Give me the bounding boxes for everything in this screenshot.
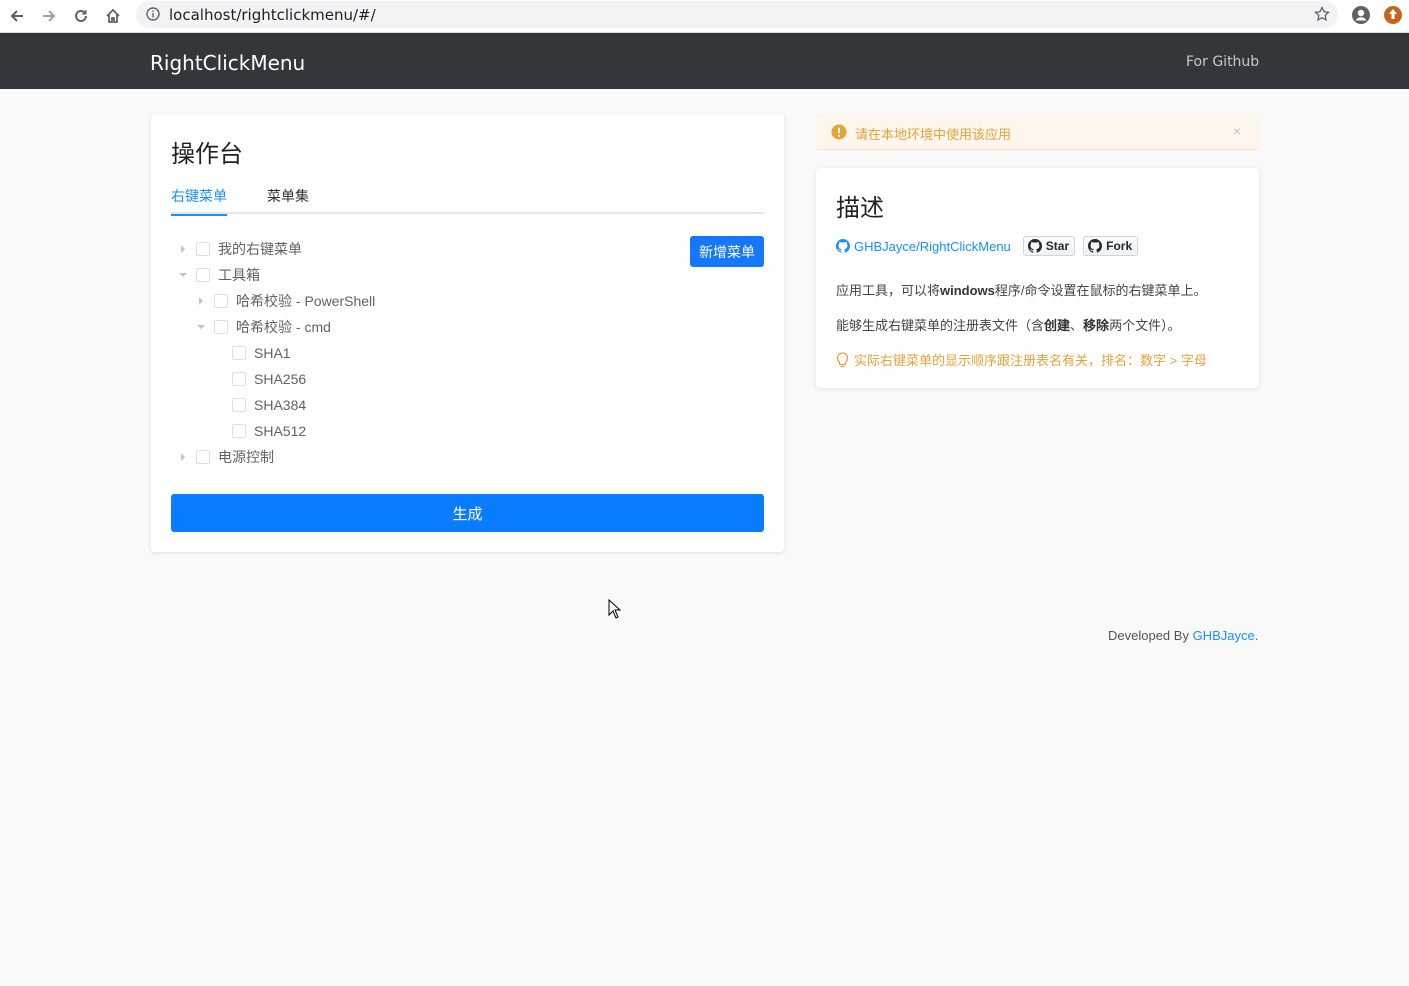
desc-bold-text: 创建 [1044,318,1071,333]
info-icon[interactable] [146,7,160,26]
address-bar[interactable]: localhost/rightclickmenu/#/ [136,1,1338,28]
desc-text: 能够生成右键菜单的注册表文件（含 [836,318,1045,333]
star-button[interactable]: Star [1022,236,1076,256]
github-icon [1088,239,1103,253]
description-line-2: 能够生成右键菜单的注册表文件（含创建、移除两个文件）。 [836,315,1181,334]
browser-toolbar: localhost/rightclickmenu/#/ [0,0,1409,33]
caret-right-icon[interactable] [177,451,189,463]
close-icon[interactable]: × [1233,123,1241,139]
tree-checkbox[interactable] [214,294,228,308]
bookmark-star-icon[interactable] [1314,5,1330,27]
tree-node-label: 工具箱 [218,267,260,283]
tree-node[interactable]: SHA512 [213,418,306,444]
tree-node-label: SHA1 [254,345,291,361]
tree-node[interactable]: 哈希校验 - PowerShell [195,288,375,314]
github-icon [836,239,850,253]
caret-right-icon[interactable] [177,243,189,255]
description-card: 描述 GHBJayce/RightClickMenu Star Fork 应用工… [816,168,1259,388]
back-icon[interactable] [6,5,28,27]
tab-menu-sets[interactable]: 菜单集 [267,186,311,214]
repo-row: GHBJayce/RightClickMenu Star Fork [836,236,1139,256]
repo-link-label[interactable]: GHBJayce/RightClickMenu [854,239,1011,254]
desc-text: 两个文件）。 [1109,318,1181,333]
lightbulb-icon [836,351,849,368]
brand-title[interactable]: RightClickMenu [150,51,305,75]
caret-right-icon[interactable] [195,295,207,307]
forward-icon[interactable] [38,5,60,27]
warning-icon [831,124,847,145]
tree-checkbox[interactable] [232,346,246,360]
caret-down-icon[interactable] [195,321,207,333]
tree-node[interactable]: 电源控制 [177,444,274,470]
app-navbar: RightClickMenu For Github [0,33,1409,89]
description-title: 描述 [836,194,884,222]
desc-text: 应用工具，可以将 [836,283,941,298]
fork-label: Fork [1106,239,1133,253]
desc-text: 程序/命令设置在鼠标的右键菜单上。 [994,283,1207,298]
repo-link[interactable]: GHBJayce/RightClickMenu [836,239,1011,254]
tree-node[interactable]: SHA384 [213,392,306,418]
tree-node[interactable]: SHA256 [213,366,306,392]
tree-checkbox[interactable] [196,450,210,464]
url-text[interactable]: localhost/rightclickmenu/#/ [169,6,376,24]
tree-node-label: 电源控制 [218,449,274,465]
footer-suffix: . [1254,628,1259,643]
console-card: 操作台 右键菜单 菜单集 我的右键菜单 工具箱 哈希校验 - PowerShel… [151,114,784,552]
desc-bold-text: windows [940,283,995,298]
alert-text: 请在本地环境中使用该应用 [855,127,1012,142]
tree-node[interactable]: SHA1 [213,340,291,366]
console-title: 操作台 [171,140,243,168]
tree-node-label: SHA256 [254,371,307,387]
tree-node[interactable]: 哈希校验 - cmd [195,314,331,340]
tree-checkbox[interactable] [232,424,246,438]
generate-button[interactable]: 生成 [171,494,764,532]
tree-node-label: 我的右键菜单 [218,241,302,257]
tab-bar: 右键菜单 菜单集 [171,186,764,216]
tab-right-click-menu[interactable]: 右键菜单 [171,186,227,216]
tree-node-label: 哈希校验 - cmd [236,319,331,335]
add-menu-button[interactable]: 新增菜单 [690,236,764,267]
tree-node[interactable]: 工具箱 [177,262,260,288]
tree-node-label: SHA384 [254,397,307,413]
home-icon[interactable] [102,5,124,27]
footer-prefix: Developed By [1108,628,1193,643]
footer: Developed By GHBJayce. [1108,628,1258,643]
caret-down-icon[interactable] [177,269,189,281]
footer-author-link[interactable]: GHBJayce [1193,628,1255,643]
tree-checkbox[interactable] [232,398,246,412]
tree-node[interactable]: 我的右键菜单 [177,236,302,262]
tree-checkbox[interactable] [196,268,210,282]
github-nav-link[interactable]: For Github [1186,54,1259,70]
profile-icon[interactable] [1351,5,1371,25]
tree-node-label: 哈希校验 - PowerShell [236,293,376,309]
tip-line: 实际右键菜单的显示顺序跟注册表名有关，排名：数字 > 字母 [836,350,1207,369]
desc-text: 、 [1070,318,1084,333]
tree-checkbox[interactable] [214,320,228,334]
description-line-1: 应用工具，可以将windows程序/命令设置在鼠标的右键菜单上。 [836,280,1207,299]
tree-checkbox[interactable] [232,372,246,386]
extension-icon[interactable] [1383,5,1403,25]
fork-button[interactable]: Fork [1083,236,1139,256]
tree-checkbox[interactable] [196,242,210,256]
star-label: Star [1045,239,1070,253]
reload-icon[interactable] [70,5,92,27]
github-icon [1027,239,1042,253]
tip-text: 实际右键菜单的显示顺序跟注册表名有关，排名：数字 > 字母 [854,353,1207,368]
mouse-cursor-icon [608,598,622,624]
tree-node-label: SHA512 [254,423,307,439]
warning-alert: 请在本地环境中使用该应用 × [816,114,1259,150]
desc-bold-text: 移除 [1083,318,1110,333]
